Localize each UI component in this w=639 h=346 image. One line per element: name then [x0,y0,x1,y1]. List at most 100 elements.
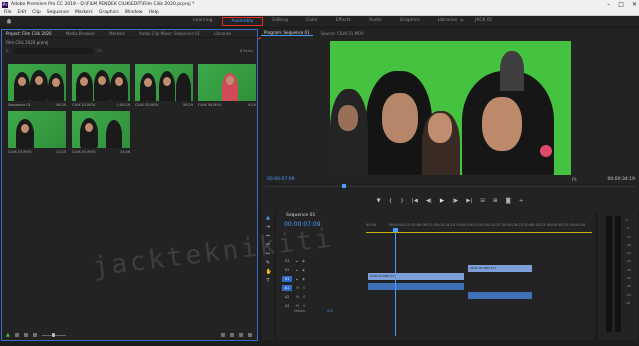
clip-thumbnail[interactable]: CILIK 03.MOV 12:05 [8,111,66,157]
menu-help[interactable]: Help [148,10,158,15]
clip-thumbnail[interactable]: CILIK 01.MOV 1:00:29 [72,64,130,110]
go-to-out-icon[interactable]: ▶| [466,198,472,204]
timeline-clip-v2[interactable]: CILIK 05.MOV [V] [468,265,532,272]
menu-file[interactable]: File [4,10,12,15]
eye-icon[interactable]: ◉ [302,259,305,263]
minimize-icon[interactable]: – [607,0,610,9]
monitor-scrubber[interactable] [265,184,635,190]
maximize-icon[interactable]: □ [618,0,624,9]
ripple-edit-tool-icon[interactable]: ⇔ [266,234,271,239]
mark-out-icon[interactable]: } [400,198,404,204]
track-label[interactable]: A2 [282,294,292,300]
solo-icon[interactable]: S [303,286,305,290]
project-search-input[interactable] [12,47,93,54]
timeline-clip-a1[interactable] [368,283,464,290]
home-icon[interactable] [6,18,12,24]
new-item-icon[interactable] [238,333,243,337]
workspace-audio[interactable]: Audio [360,16,391,26]
track-select-tool-icon[interactable]: ⇥ [266,225,271,230]
button-editor-icon[interactable]: + [519,198,524,204]
lock-icon[interactable]: 🔒︎ [296,268,298,272]
workspace-overflow-icon[interactable]: » [460,16,464,26]
menu-clip[interactable]: Clip [32,10,41,15]
timeline-ruler[interactable]: 00:00 00:00:04:23 00:00:09:23 00:00:14:2… [366,223,592,229]
selection-tool-icon[interactable]: ▲ [266,216,271,221]
hand-tool-icon[interactable]: ✋ [266,270,272,275]
tab-audio-clip-mixer[interactable]: Audio Clip Mixer: Sequence 01 [139,31,200,36]
ruler-tick: 00:00:29:23 [501,223,523,227]
lock-icon[interactable]: 🔒︎ [296,259,298,263]
menu-edit[interactable]: Edit [18,10,27,15]
workspace-jack-id[interactable]: JACK ID [466,16,501,26]
clip-thumbnail[interactable]: CILIK 04.MOV 9:10 [198,64,256,110]
close-icon[interactable]: ✕ [632,0,637,9]
slip-tool-icon[interactable]: ↔ [266,252,271,257]
monitor-playhead[interactable] [342,184,346,188]
export-frame-icon[interactable]: ◙ [506,198,511,204]
step-back-icon[interactable]: ◀| [426,198,432,204]
mark-in-icon[interactable]: { [389,198,393,204]
play-icon[interactable]: ▶ [440,198,444,204]
go-to-in-icon[interactable]: |◀ [412,198,418,204]
zoom-select[interactable]: Fit [572,177,577,182]
ruler-tick: 00:00:14:23 [433,223,456,227]
workspace-color[interactable]: Color [297,16,327,26]
clip-thumbnail[interactable]: CILIK 05.MOV 14:06 [72,111,130,157]
master-volume[interactable]: 0.0 [327,309,333,313]
workspace-effects[interactable]: Effects [327,16,360,26]
new-bin-icon[interactable]: ▭ [97,48,102,54]
menu-sequence[interactable]: Sequence [47,10,69,15]
add-marker-icon[interactable]: ▼ [376,198,380,204]
eye-icon[interactable]: ◉ [302,268,305,272]
freeform-view-icon[interactable] [32,333,37,337]
track-label[interactable]: V1 [282,276,292,282]
workspace-graphics[interactable]: Graphics [391,16,429,26]
tab-markers[interactable]: Markers [109,31,125,36]
pen-tool-icon[interactable]: ✎ [266,261,271,266]
new-bin-icon[interactable] [229,333,234,337]
trash-icon[interactable] [247,333,252,337]
lock-icon[interactable]: ▲ [6,332,10,338]
clip-duration: 1:00:29 [116,103,131,107]
mute-icon[interactable]: M [296,304,299,308]
track-label[interactable]: V2 [282,267,292,273]
timeline-clip-a2[interactable] [468,292,532,299]
tab-libraries[interactable]: Libraries [214,31,231,36]
type-tool-icon[interactable]: T [266,279,271,284]
work-area-bar[interactable] [366,232,592,233]
tab-sequence[interactable]: Sequence 01 [276,212,595,220]
solo-icon[interactable]: S [303,295,305,299]
clip-thumbnail[interactable]: Sequence 01 59:29 [8,64,66,110]
tab-program[interactable]: Program: Sequence 01 [261,30,313,36]
mute-icon[interactable]: M [296,295,299,299]
timeline-timecode[interactable]: 00:00:07:09 [284,221,321,228]
workspace-editing[interactable]: Editing [263,16,297,26]
icon-view-icon[interactable] [23,333,28,337]
razor-tool-icon[interactable]: ✂ [266,243,271,248]
workspace-assembly[interactable]: Assembly [221,16,264,26]
list-view-icon[interactable] [14,333,19,337]
menu-markers[interactable]: Markers [75,10,93,15]
track-label[interactable]: V3 [282,258,292,264]
timeline-playhead[interactable] [393,228,398,336]
tab-media-browser[interactable]: Media Browser [66,31,96,36]
tab-project[interactable]: Project: Film Cilik 2020 [6,31,52,36]
extract-icon[interactable]: ⊞ [493,198,498,204]
step-forward-icon[interactable]: |▶ [452,198,458,204]
zoom-slider-knob[interactable] [51,333,55,337]
menu-graphics[interactable]: Graphics [99,10,119,15]
zoom-slider[interactable] [41,333,66,337]
find-icon[interactable] [220,333,225,337]
workspace-learning[interactable]: Learning [184,16,222,26]
lift-icon[interactable]: ⊟ [480,198,485,204]
mute-icon[interactable]: M [296,286,299,290]
solo-icon[interactable]: S [303,304,305,308]
track-label[interactable]: A1 [282,285,292,291]
lock-icon[interactable]: 🔒︎ [296,277,298,281]
eye-icon[interactable]: ◉ [302,277,305,281]
clip-thumbnail[interactable]: CILIK 02.MOV 59:29 [135,64,193,110]
program-timecode[interactable]: 00:00:07:09 [267,177,294,182]
menu-window[interactable]: Window [125,10,143,15]
timeline-clip-v1[interactable]: CILIK 01.MOV [V] [368,273,464,280]
tab-source[interactable]: Source: CILIK 01.MOV [321,31,364,36]
